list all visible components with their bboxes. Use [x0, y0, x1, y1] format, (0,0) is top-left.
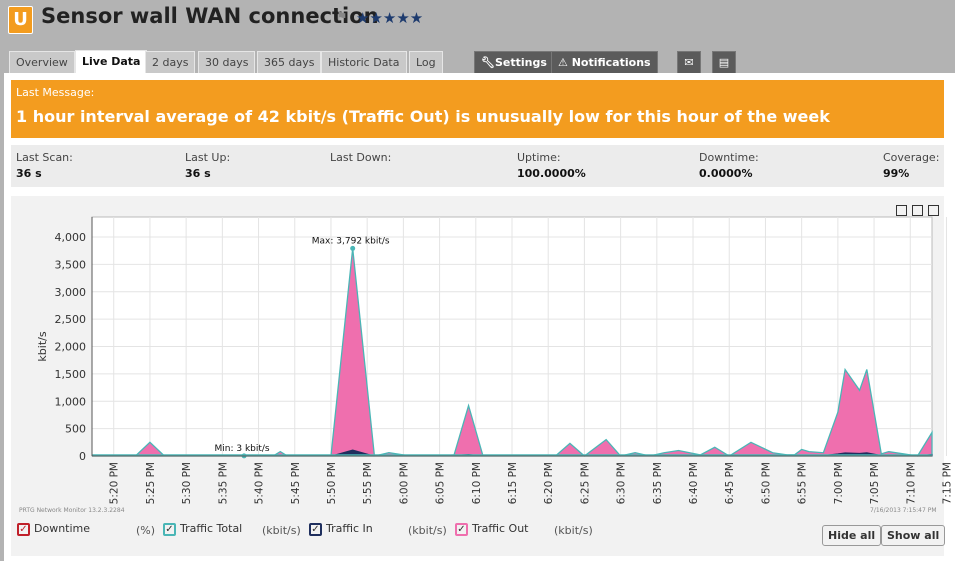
- x-tick-label: 5:35 PM: [217, 462, 229, 504]
- x-tick-label: 5:55 PM: [362, 462, 374, 504]
- legend-traffic-in-unit: (kbit/s): [408, 524, 447, 537]
- traffic-chart: 0 500 1,000 1,500 2,000 2,500 3,000 3,500 4,000 5…: [36, 216, 953, 504]
- hide-all-button[interactable]: Hide all: [822, 525, 882, 546]
- x-tick-label: 5:45 PM: [290, 462, 302, 504]
- x-tick-label: 7:10 PM: [905, 462, 917, 504]
- y-tick-label: 2,500: [55, 313, 87, 326]
- x-tick-label: 6:20 PM: [543, 462, 555, 504]
- chart-footer-left: PRTG Network Monitor 13.2.3.2284: [19, 507, 125, 514]
- annotation-label: Min: 3 kbit/s: [215, 444, 270, 454]
- legend-traffic-out[interactable]: ✓ Traffic Out: [455, 522, 529, 536]
- x-tick-label: 6:15 PM: [507, 462, 519, 504]
- y-tick-label: 4,000: [55, 231, 87, 244]
- x-tick-label: 5:25 PM: [145, 462, 157, 504]
- x-tick-label: 6:55 PM: [797, 462, 809, 504]
- x-tick-label: 5:30 PM: [181, 462, 193, 504]
- legend-traffic-in[interactable]: ✓ Traffic In: [309, 522, 373, 536]
- legend-traffic-total-unit: (kbit/s): [262, 524, 301, 537]
- x-tick-label: 6:00 PM: [398, 462, 410, 504]
- x-tick-label: 5:20 PM: [109, 462, 121, 504]
- x-tick-label: 6:10 PM: [471, 462, 483, 504]
- y-tick-label: 0: [79, 450, 86, 463]
- x-tick-label: 6:35 PM: [652, 462, 664, 504]
- annotation-label: Max: 3,792 kbit/s: [312, 236, 390, 246]
- x-tick-label: 5:50 PM: [326, 462, 338, 504]
- x-tick-label: 7:00 PM: [833, 462, 845, 504]
- checkbox-icon[interactable]: ✓: [17, 522, 30, 536]
- y-axis-label: kbit/s: [36, 331, 49, 361]
- x-tick-label: 6:25 PM: [579, 462, 591, 504]
- y-tick-label: 3,500: [55, 258, 87, 271]
- x-tick-label: 5:40 PM: [254, 462, 266, 504]
- x-tick-label: 7:05 PM: [869, 462, 881, 504]
- y-tick-label: 1,000: [55, 395, 87, 408]
- show-all-button[interactable]: Show all: [881, 525, 946, 546]
- y-tick-label: 500: [65, 423, 86, 436]
- annotation-marker: [350, 245, 356, 251]
- legend-downtime-unit: (%): [136, 524, 156, 537]
- x-tick-label: 6:30 PM: [616, 462, 628, 504]
- checkbox-icon[interactable]: ✓: [309, 522, 322, 536]
- chart-footer-right: 7/16/2013 7:15:47 PM: [870, 507, 937, 514]
- x-tick-label: 7:15 PM: [941, 462, 953, 504]
- x-tick-label: 6:45 PM: [724, 462, 736, 504]
- y-tick-label: 2,000: [55, 341, 87, 354]
- checkbox-icon[interactable]: ✓: [455, 522, 468, 536]
- legend-traffic-total[interactable]: ✓ Traffic Total: [163, 522, 242, 536]
- y-tick-label: 1,500: [55, 368, 87, 381]
- x-tick-label: 6:05 PM: [435, 462, 447, 504]
- legend-traffic-out-unit: (kbit/s): [554, 524, 593, 537]
- y-tick-label: 3,000: [55, 286, 87, 299]
- x-tick-label: 6:50 PM: [760, 462, 772, 504]
- checkbox-icon[interactable]: ✓: [163, 522, 176, 536]
- legend-downtime[interactable]: ✓ Downtime: [17, 522, 90, 536]
- x-tick-label: 6:40 PM: [688, 462, 700, 504]
